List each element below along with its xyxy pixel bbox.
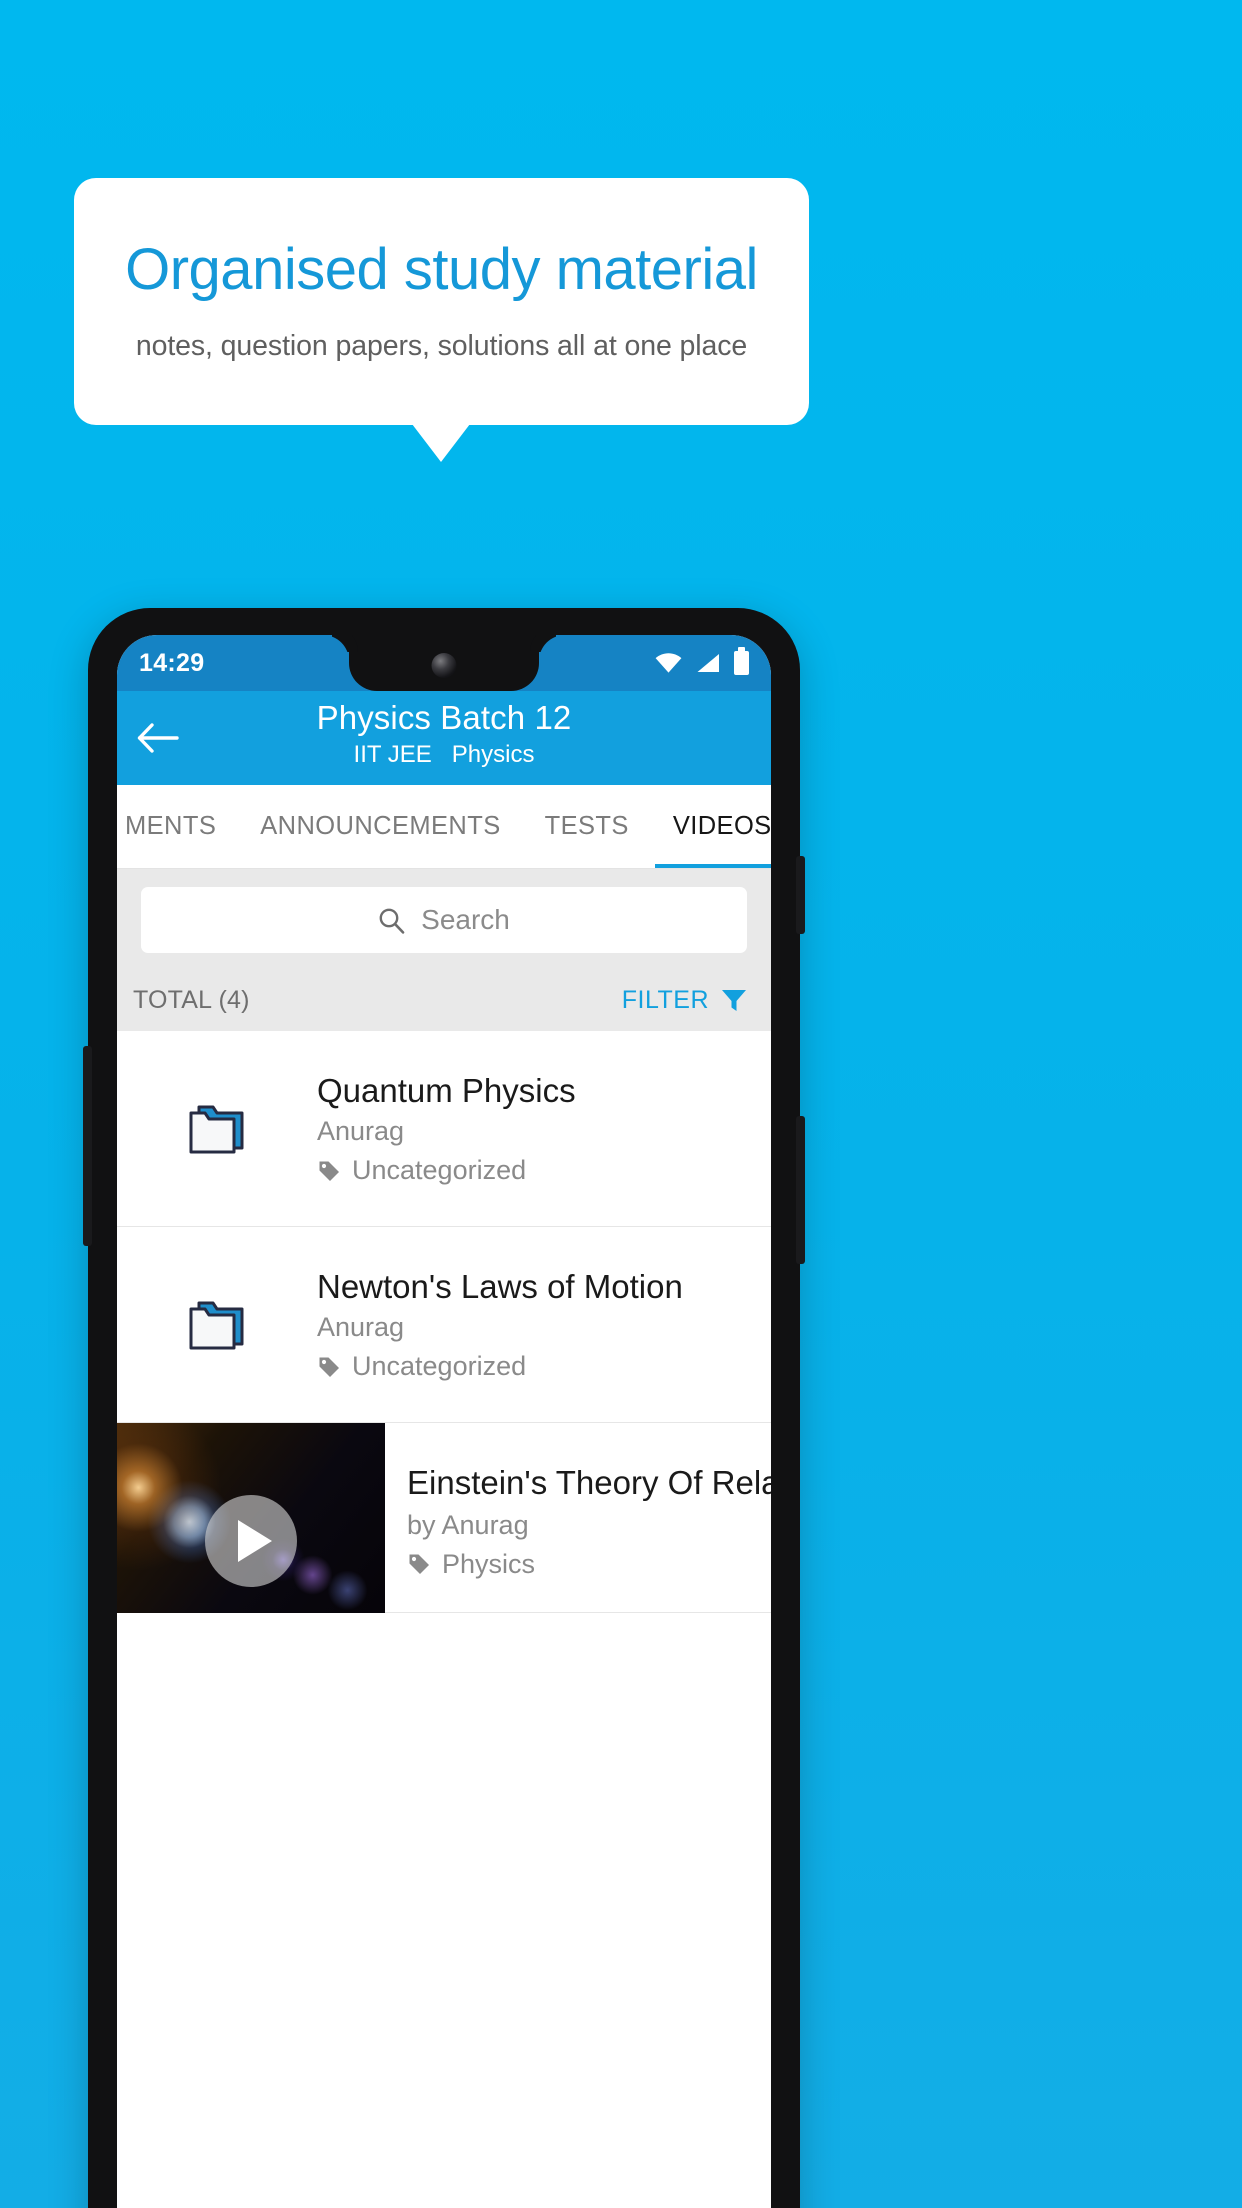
filter-label: FILTER xyxy=(621,985,709,1014)
status-time: 14:29 xyxy=(139,648,205,677)
video-thumbnail[interactable] xyxy=(117,1423,385,1613)
front-camera xyxy=(431,653,457,678)
list-item-tag-label: Uncategorized xyxy=(352,1155,527,1186)
play-icon[interactable] xyxy=(205,1494,297,1587)
tab-tests[interactable]: TESTS xyxy=(523,785,651,868)
list-item-author: Anurag xyxy=(317,1116,405,1147)
list-item-title: Quantum Physics xyxy=(317,1071,576,1109)
filter-button[interactable]: FILTER xyxy=(622,986,747,1015)
battery-icon xyxy=(734,647,749,675)
list-item[interactable]: Quantum Physics Anurag Uncategorized xyxy=(117,1031,771,1227)
list-item-tag: Physics xyxy=(407,1549,771,1580)
search-placeholder: Search xyxy=(421,904,510,935)
list-toolbar: TOTAL (4) FILTER xyxy=(117,969,771,1031)
filter-icon xyxy=(722,990,746,1011)
list-item-author: by Anurag xyxy=(407,1509,529,1540)
subtitle-subject: Physics xyxy=(451,740,535,768)
phone-side-button xyxy=(83,1046,92,1246)
tab-announcements[interactable]: ANNOUNCEMENTS xyxy=(238,785,522,868)
tab-bar: MENTS ANNOUNCEMENTS TESTS VIDEOS xyxy=(117,785,771,869)
promo-title: Organised study material xyxy=(125,236,758,302)
list-item-title: Newton's Laws of Motion xyxy=(317,1267,683,1305)
tab-ments[interactable]: MENTS xyxy=(117,785,238,868)
phone-screen: 14:29 Physics Batch 12 IIT JEE Physics M… xyxy=(117,635,771,2208)
list-item-title: Einstein's Theory Of Relativity xyxy=(407,1464,771,1501)
app-bar-titles: Physics Batch 12 IIT JEE Physics xyxy=(117,699,771,769)
phone-power-button xyxy=(796,856,805,934)
play-triangle xyxy=(238,1519,272,1562)
promo-card: Organised study material notes, question… xyxy=(74,178,809,425)
subtitle-exam: IIT JEE xyxy=(353,740,432,768)
folder-icon xyxy=(189,1301,244,1349)
page-title: Physics Batch 12 xyxy=(316,699,572,736)
list-item[interactable]: Einstein's Theory Of Relativity by Anura… xyxy=(117,1423,771,1613)
phone-volume-button xyxy=(796,1116,805,1264)
tag-icon xyxy=(409,1554,429,1575)
promo-card-tail xyxy=(412,424,470,462)
list-item-icon-cell xyxy=(117,1101,317,1157)
wifi-icon xyxy=(655,653,682,673)
list-item-tag: Uncategorized xyxy=(317,1351,761,1382)
list-item-tag: Uncategorized xyxy=(317,1155,761,1186)
status-icons xyxy=(655,647,749,675)
list-item-author: Anurag xyxy=(317,1312,405,1343)
search-area: Search xyxy=(117,869,771,969)
total-count-label: TOTAL (4) xyxy=(133,985,250,1014)
list-item-text: Einstein's Theory Of Relativity by Anura… xyxy=(385,1423,771,1612)
promo-screenshot: Organised study material notes, question… xyxy=(0,0,1242,2208)
list-item-tag-label: Uncategorized xyxy=(352,1351,527,1382)
folder-icon xyxy=(189,1105,244,1153)
tag-icon xyxy=(319,1357,339,1377)
tag-icon xyxy=(319,1161,339,1181)
content-list: Quantum Physics Anurag Uncategorized New… xyxy=(117,1031,771,1613)
tab-videos[interactable]: VIDEOS xyxy=(651,785,771,868)
signal-icon xyxy=(697,654,719,672)
page-subtitle: IIT JEE Physics xyxy=(117,741,771,769)
back-arrow-icon[interactable] xyxy=(137,722,179,754)
search-icon xyxy=(379,908,405,934)
list-item-text: Newton's Laws of Motion Anurag Uncategor… xyxy=(317,1267,761,1383)
list-item-tag-label: Physics xyxy=(442,1548,536,1579)
list-item-icon-cell xyxy=(117,1297,317,1353)
list-item[interactable]: Newton's Laws of Motion Anurag Uncategor… xyxy=(117,1227,771,1423)
phone-mockup: 14:29 Physics Batch 12 IIT JEE Physics M… xyxy=(83,608,805,2208)
search-input[interactable]: Search xyxy=(141,887,747,953)
app-bar: Physics Batch 12 IIT JEE Physics xyxy=(117,691,771,785)
list-item-text: Quantum Physics Anurag Uncategorized xyxy=(317,1071,761,1187)
promo-subtitle: notes, question papers, solutions all at… xyxy=(135,330,748,363)
